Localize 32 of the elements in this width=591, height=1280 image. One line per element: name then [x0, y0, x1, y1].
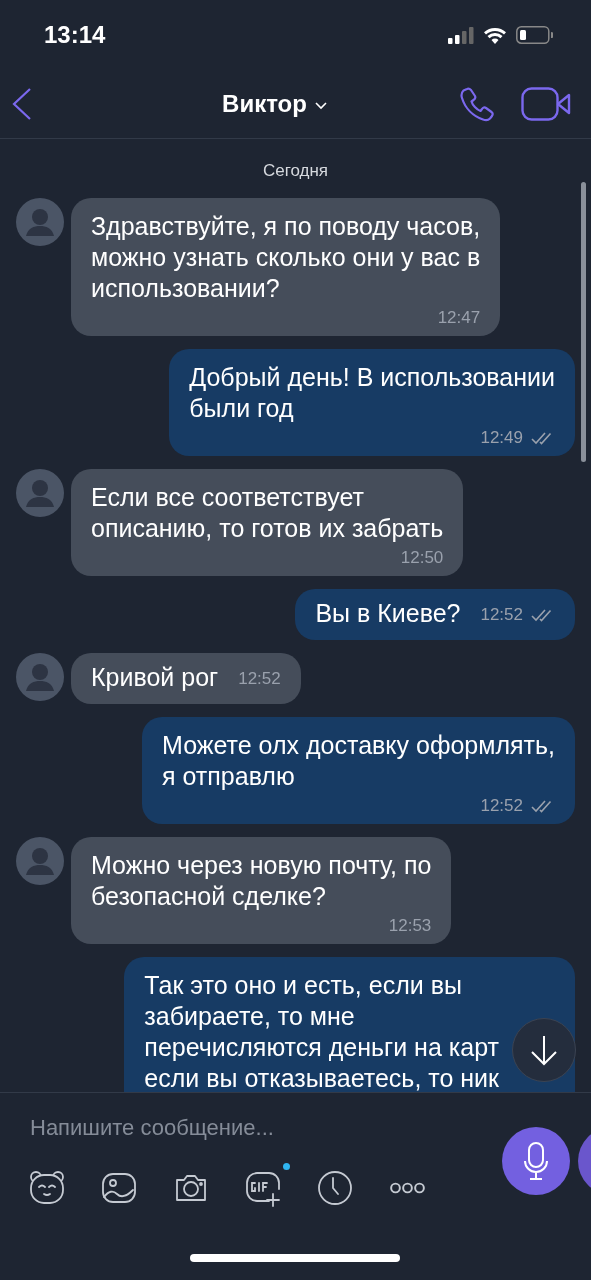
message-time: 12:50 — [400, 548, 444, 568]
wifi-icon — [483, 26, 507, 44]
message-time: 12:52 — [238, 669, 281, 689]
arrow-down-icon — [529, 1034, 559, 1066]
message-time: 12:53 — [388, 916, 432, 936]
message-text: Можно через новую почту, по безопасной сделке? — [91, 850, 432, 912]
message-time: 12:52 — [480, 796, 523, 816]
sticker-icon — [28, 1169, 66, 1207]
microphone-icon — [523, 1141, 549, 1181]
more-icon — [390, 1182, 425, 1194]
gif-button[interactable] — [244, 1163, 290, 1207]
message-text: Добрый день! В использовании были год — [189, 362, 555, 424]
clock-icon — [316, 1169, 354, 1207]
contact-name-button[interactable]: Виктор — [222, 90, 327, 118]
signal-icon — [448, 26, 474, 44]
message-text: Здравствуйте, я по поводу часов, можно узнать сколько они у вас в использовании? — [91, 211, 481, 304]
date-label: Сегодня — [262, 161, 329, 181]
message-time: 12:52 — [480, 605, 523, 625]
message-text: Можете олх доставку оформлять, я отправлю — [162, 730, 555, 792]
caret-icon — [314, 102, 327, 110]
video-call-button[interactable] — [521, 87, 571, 121]
message-text: Вы в Киеве? — [315, 598, 461, 629]
message-input[interactable]: Напишите сообщение... — [30, 1115, 460, 1141]
clock-time: 13:14 — [44, 21, 107, 49]
message-text: Кривой рог — [91, 662, 219, 693]
message-text: Если все соответствует описанию, то готов их забрать — [91, 482, 444, 544]
battery-icon — [516, 26, 553, 44]
message-text: Так это оно и есть, если вы забираете, то мне перечисляются деньги на карт если вы отказываетесь, то ник — [144, 970, 499, 1092]
message-time: 12:49 — [480, 428, 523, 448]
gif-icon — [244, 1169, 282, 1207]
message-time: 12:47 — [437, 308, 481, 328]
call-button[interactable] — [459, 86, 495, 122]
